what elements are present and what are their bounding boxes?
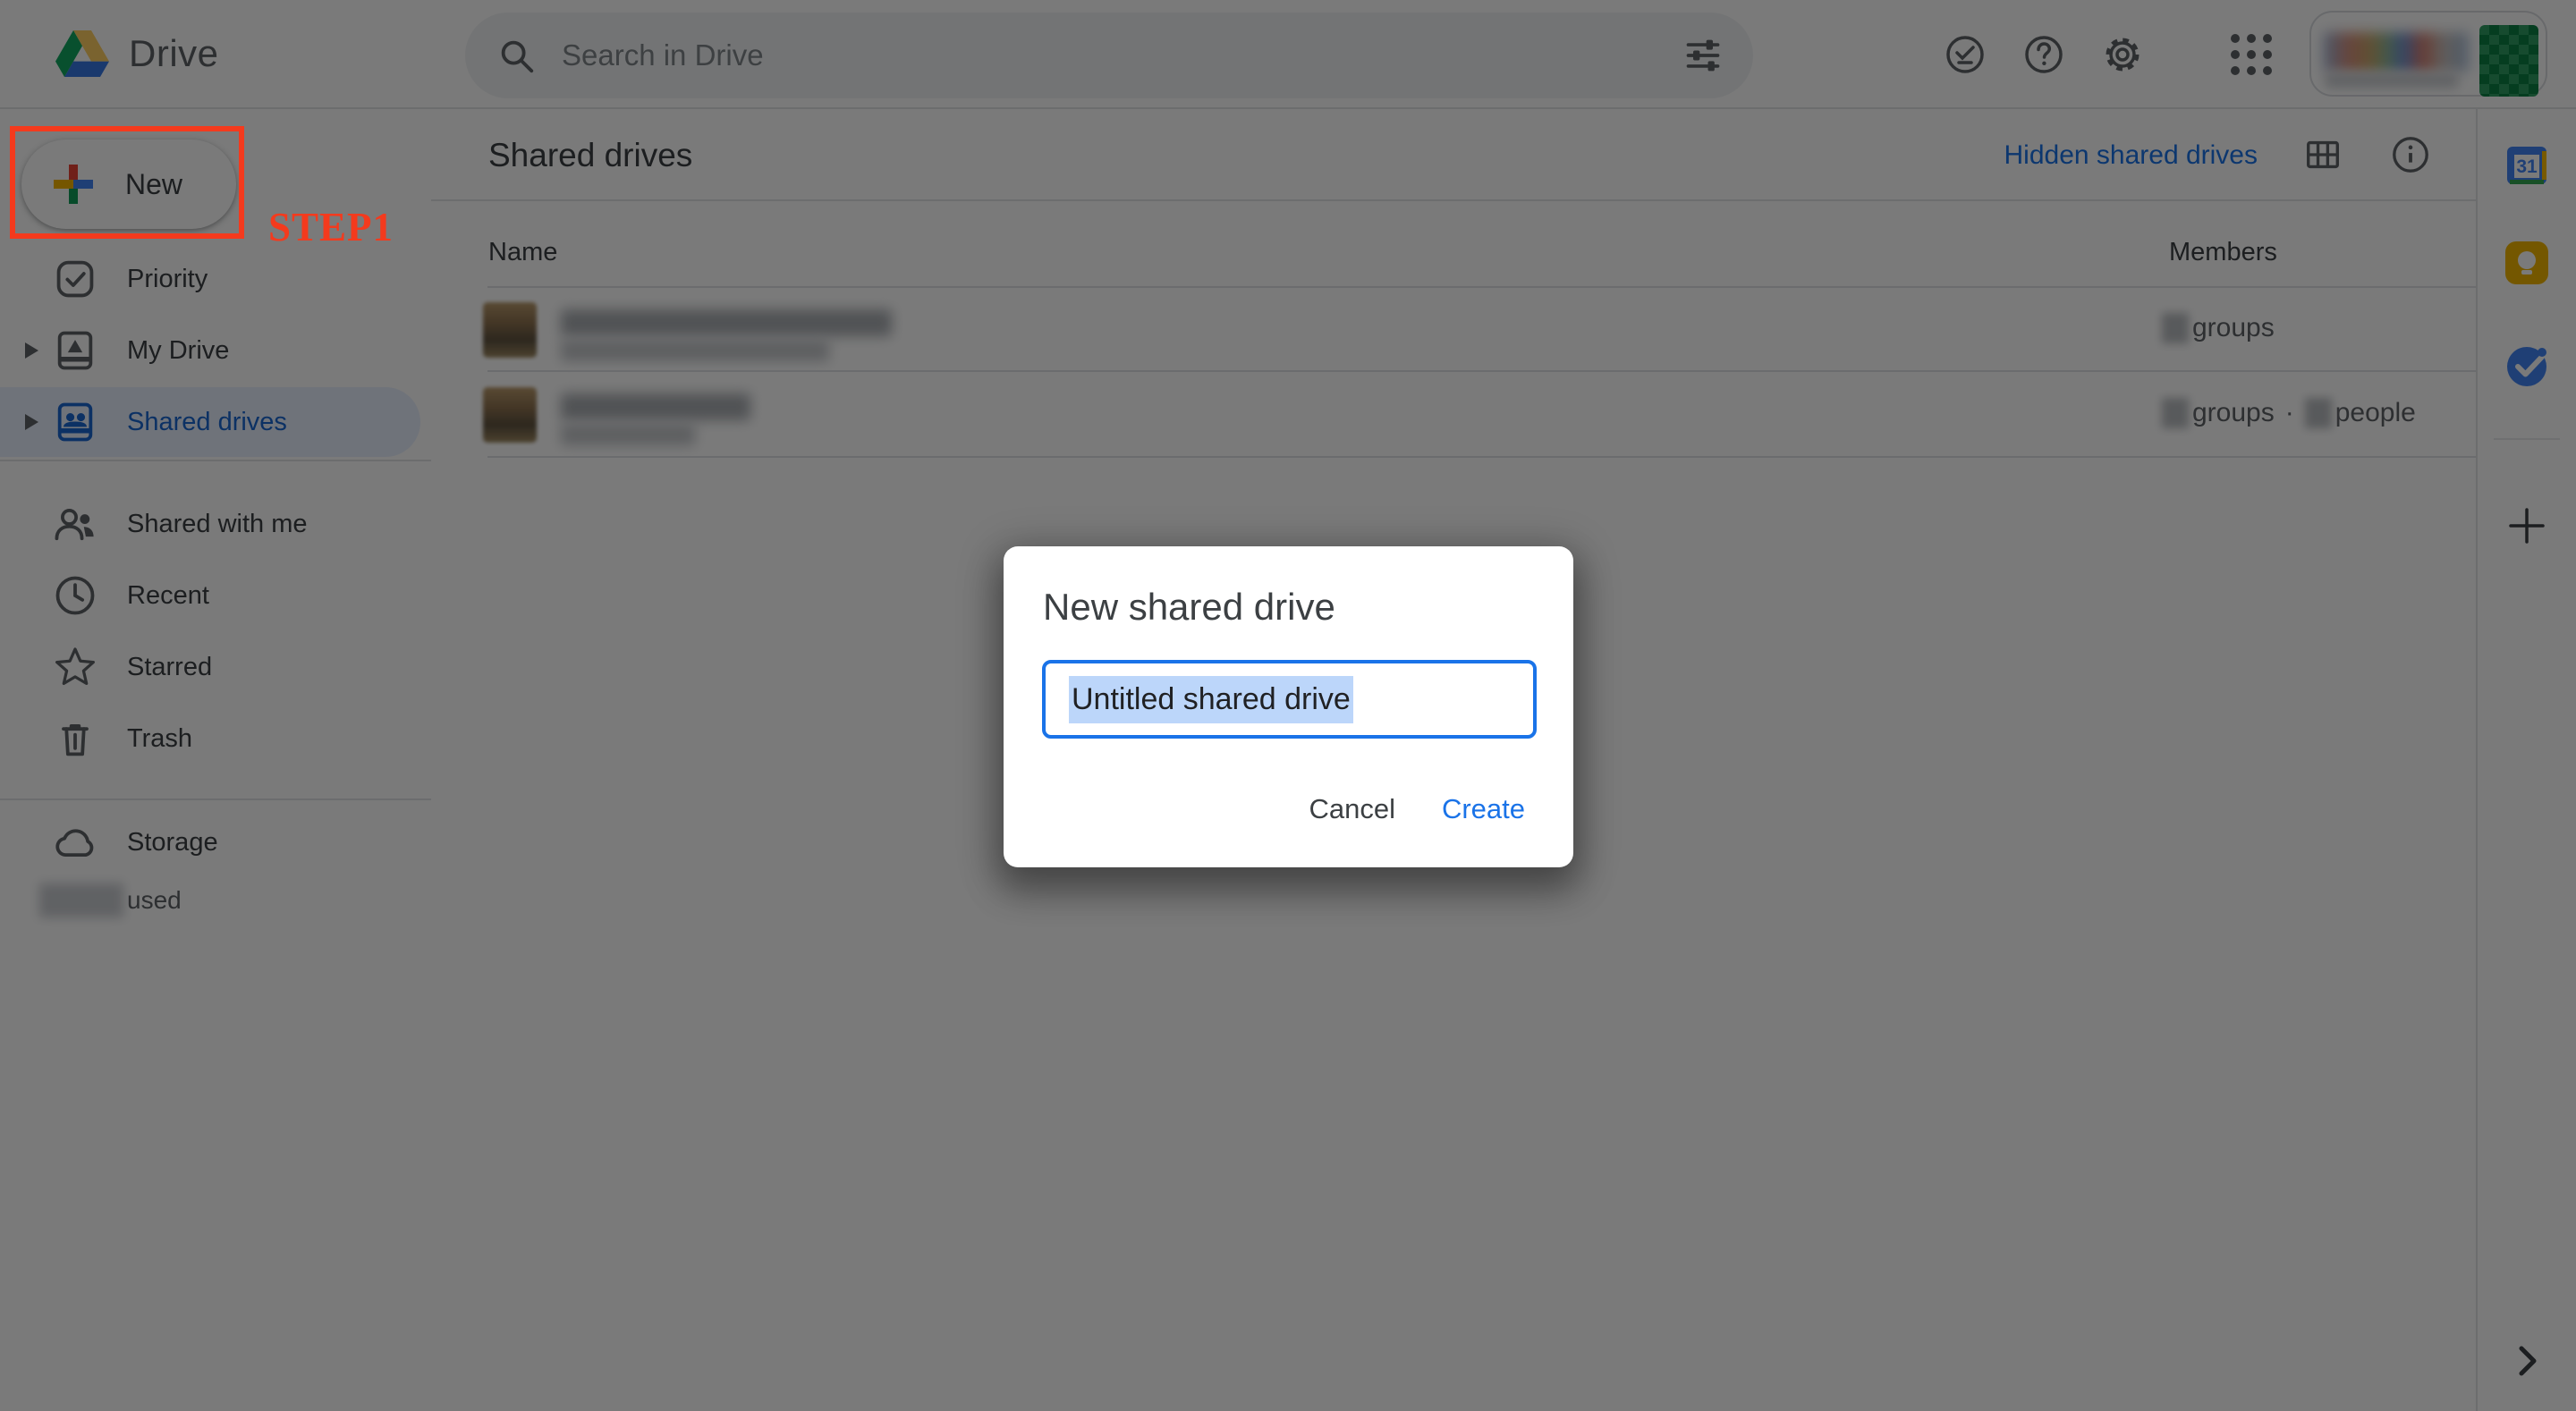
step1-highlight-box (10, 126, 244, 239)
drive-name-input-value: Untitled shared drive (1069, 676, 1353, 723)
create-button[interactable]: Create (1442, 793, 1525, 825)
dialog-title: New shared drive (1043, 586, 1335, 629)
new-shared-drive-dialog: New shared drive Untitled shared drive C… (1004, 546, 1573, 867)
drive-name-input[interactable]: Untitled shared drive (1042, 660, 1537, 739)
step1-label: STEP1 (268, 204, 394, 250)
google-drive-app: Drive Search in Drive (0, 0, 2576, 1411)
cancel-button[interactable]: Cancel (1309, 793, 1395, 825)
dialog-actions: Cancel Create (1309, 784, 1525, 834)
